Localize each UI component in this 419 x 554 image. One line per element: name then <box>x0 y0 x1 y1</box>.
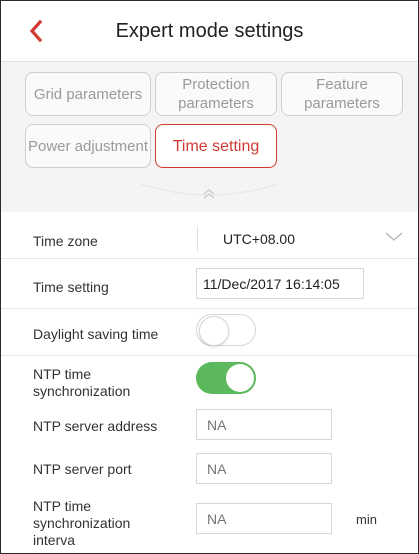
time-zone-select[interactable]: UTC+08.00 <box>223 231 295 247</box>
page-title: Expert mode settings <box>115 20 304 42</box>
tab-grid-parameters[interactable]: Grid parameters <box>25 72 151 116</box>
tab-label: Time setting <box>172 137 260 155</box>
ntp-interval-input[interactable] <box>196 503 332 534</box>
ntp-server-port-input[interactable] <box>196 453 332 484</box>
collapse-tabs-button[interactable] <box>1 180 418 212</box>
ntp-server-address-row: NTP server address <box>1 404 418 448</box>
ntp-server-address-label: NTP server address <box>33 418 158 434</box>
ntp-interval-row: NTP time synchronization interva min <box>1 492 418 553</box>
tab-label: Protection parameters <box>178 76 254 112</box>
ntp-sync-label: NTP time synchronization <box>33 366 131 399</box>
tab-label: Grid parameters <box>33 85 143 103</box>
ntp-interval-label: NTP time synchronization interva <box>33 498 131 548</box>
chevron-down-icon <box>385 232 403 241</box>
time-zone-dropdown-button[interactable] <box>385 230 403 248</box>
tab-protection-parameters[interactable]: Protection parameters <box>155 72 277 116</box>
daylight-saving-toggle[interactable] <box>196 314 256 346</box>
category-tabs: Grid parameters Protection parameters Fe… <box>1 62 418 180</box>
divider <box>197 226 198 252</box>
daylight-saving-label: Daylight saving time <box>33 326 159 342</box>
screen: Expert mode settings Grid parameters Pro… <box>0 0 419 554</box>
ntp-server-port-row: NTP server port <box>1 448 418 492</box>
time-zone-label: Time zone <box>33 233 98 249</box>
tab-feature-parameters[interactable]: Feature parameters <box>281 72 403 116</box>
ntp-sync-toggle[interactable] <box>196 362 256 394</box>
ntp-sync-row: NTP time synchronization <box>1 356 418 404</box>
header-bar: Expert mode settings <box>1 1 418 62</box>
time-setting-row: Time setting <box>1 259 418 309</box>
time-zone-row: Time zone UTC+08.00 <box>1 220 418 259</box>
toggle-knob <box>226 364 254 392</box>
daylight-saving-row: Daylight saving time <box>1 309 418 356</box>
toggle-knob <box>199 316 229 346</box>
tab-label: Power adjustment <box>27 137 149 155</box>
tab-power-adjustment[interactable]: Power adjustment <box>25 124 151 168</box>
ntp-server-address-input[interactable] <box>196 409 332 440</box>
tab-time-setting[interactable]: Time setting <box>155 124 277 168</box>
ntp-interval-unit: min <box>356 512 377 527</box>
time-setting-input[interactable] <box>196 268 364 299</box>
time-setting-label: Time setting <box>33 279 109 295</box>
tab-label: Feature parameters <box>304 76 380 112</box>
ntp-server-port-label: NTP server port <box>33 461 132 477</box>
double-chevron-up-icon <box>140 183 278 199</box>
